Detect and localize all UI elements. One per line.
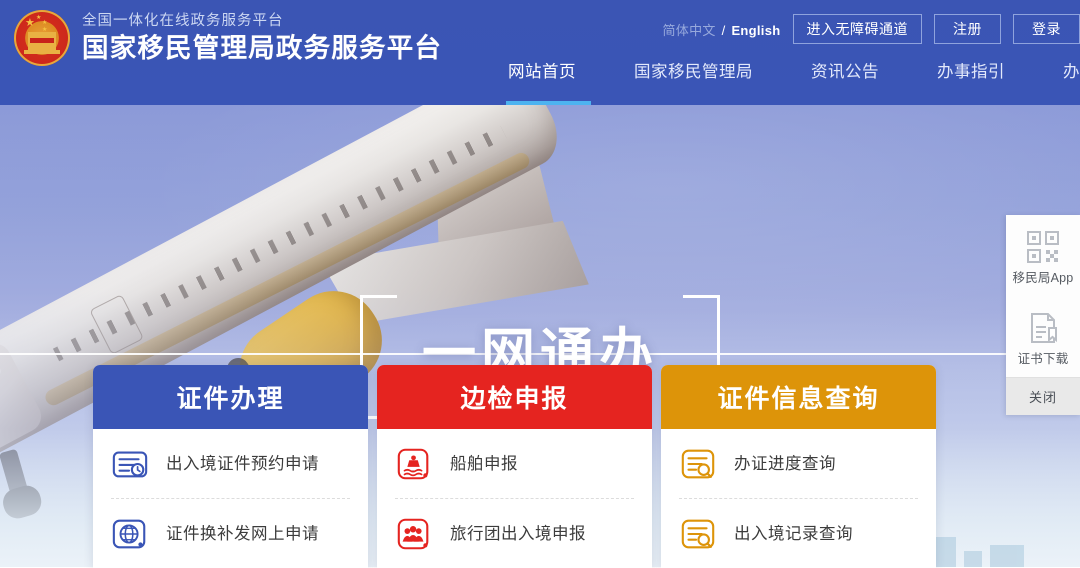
list-item-label: 办证进度查询 (734, 454, 836, 473)
side-panel-item-certificate-label: 证书下载 (1017, 352, 1069, 366)
card-border-inspection-declaration[interactable]: 边检申报 船舶申报 旅行团出入境申报 (377, 365, 652, 568)
main-navigation: 网站首页 国家移民管理局 资讯公告 办事指引 办事机构 证书查验 (500, 60, 1080, 105)
service-cards: 证件办理 出入境证件预约申请 证件换补发网上申请 边检申报 船舶申报 旅行团出入… (93, 365, 937, 568)
lang-option-english[interactable]: English (731, 23, 780, 38)
china-national-emblem-icon: ★ ★★★★ (14, 10, 70, 66)
floating-side-panel: 移民局App 证书下载 关闭 (1006, 215, 1080, 415)
id-card-clock-icon (112, 451, 148, 477)
qr-code-icon (1027, 231, 1059, 263)
tour-group-icon (397, 518, 429, 549)
nav-item-immigration-administration[interactable]: 国家移民管理局 (605, 60, 782, 84)
side-panel-item-app-label: 移民局App (1012, 271, 1074, 285)
list-item-label: 旅行团出入境申报 (450, 524, 586, 543)
nav-item-home[interactable]: 网站首页 (500, 60, 605, 105)
list-item-label: 证件换补发网上申请 (166, 524, 319, 543)
card-document-info-query[interactable]: 证件信息查询 办证进度查询 出入境记录查询 (661, 365, 936, 568)
site-header: ★ ★★★★ 全国一体化在线政务服务平台 国家移民管理局政务服务平台 简体中文 … (0, 0, 1080, 105)
language-switcher[interactable]: 简体中文 / English (662, 20, 780, 39)
document-search-icon (681, 519, 715, 548)
list-item[interactable]: 旅行团出入境申报 (395, 499, 634, 568)
card-header: 边检申报 (377, 365, 652, 429)
list-item-label: 船舶申报 (450, 454, 518, 473)
side-panel-item-certificate[interactable]: 证书下载 (1006, 296, 1080, 377)
certificate-download-icon (1031, 313, 1057, 343)
nav-item-guide[interactable]: 办事指引 (908, 60, 1034, 84)
card-header: 证件信息查询 (661, 365, 936, 429)
document-search-icon (681, 449, 715, 478)
brand-block[interactable]: ★ ★★★★ 全国一体化在线政务服务平台 国家移民管理局政务服务平台 (14, 10, 442, 66)
accessibility-channel-button[interactable]: 进入无障碍通道 (792, 14, 922, 44)
card-header: 证件办理 (93, 365, 368, 429)
list-item[interactable]: 出入境证件预约申请 (111, 429, 350, 499)
login-button[interactable]: 登录 (1013, 14, 1080, 44)
nav-item-agencies[interactable]: 办事机构 (1034, 60, 1080, 84)
brand-title: 国家移民管理局政务服务平台 (82, 33, 443, 63)
register-button[interactable]: 注册 (934, 14, 1001, 44)
list-item-label: 出入境证件预约申请 (166, 454, 319, 473)
lang-option-chinese[interactable]: 简体中文 (662, 23, 715, 38)
brand-subtitle: 全国一体化在线政务服务平台 (82, 13, 284, 29)
ship-icon (397, 448, 429, 479)
list-item[interactable]: 出入境记录查询 (679, 499, 918, 568)
list-item[interactable]: 船舶申报 (395, 429, 634, 499)
globe-card-icon (112, 519, 146, 548)
list-item[interactable]: 证件换补发网上申请 (111, 499, 350, 568)
card-document-processing[interactable]: 证件办理 出入境证件预约申请 证件换补发网上申请 (93, 365, 368, 568)
header-utility-bar: 简体中文 / English 进入无障碍通道 注册 登录 (662, 14, 1080, 44)
side-panel-item-app[interactable]: 移民局App (1006, 215, 1080, 296)
list-item-label: 出入境记录查询 (734, 524, 853, 543)
side-panel-close-button[interactable]: 关闭 (1006, 377, 1080, 415)
nav-item-news[interactable]: 资讯公告 (782, 60, 908, 84)
list-item[interactable]: 办证进度查询 (679, 429, 918, 499)
lang-separator: / (721, 22, 726, 38)
